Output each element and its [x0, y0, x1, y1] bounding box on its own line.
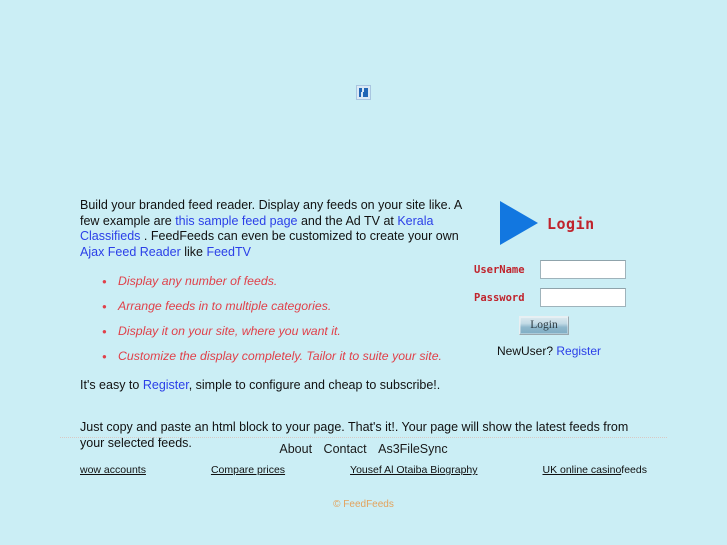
- feature-list: Display any number of feeds. Arrange fee…: [80, 274, 465, 364]
- login-panel: Login UserName Password Login NewUser? R…: [474, 196, 674, 358]
- login-button-row: Login: [474, 316, 674, 335]
- intro-segment-4: like: [180, 244, 207, 259]
- footer-links: wow accounts Compare prices Yousef Al Ot…: [80, 464, 647, 476]
- main-content: Build your branded feed reader. Display …: [0, 111, 727, 450]
- footer-nav-contact[interactable]: Contact: [324, 442, 367, 456]
- login-submit-button[interactable]: Login: [519, 316, 569, 335]
- list-item: Display any number of feeds.: [102, 274, 465, 289]
- ajax-feed-reader-link[interactable]: Ajax Feed Reader: [80, 245, 181, 259]
- username-row: UserName: [474, 260, 674, 279]
- intro-segment-3: . FeedFeeds can even be customized to cr…: [140, 229, 459, 244]
- feedtv-link[interactable]: FeedTV: [206, 245, 250, 259]
- sample-feed-page-link[interactable]: this sample feed page: [175, 214, 297, 228]
- footer-divider: [60, 437, 667, 439]
- broken-image-icon: [356, 85, 371, 101]
- intro-segment-2: and the Ad TV at: [297, 213, 398, 228]
- footer-link-yousef-biography[interactable]: Yousef Al Otaiba Biography: [350, 464, 477, 476]
- footer-nav-about[interactable]: About: [279, 442, 312, 456]
- broken-image-tear-bottom: [361, 92, 363, 98]
- register-link[interactable]: Register: [556, 344, 601, 358]
- username-input[interactable]: [540, 260, 626, 279]
- newuser-label: NewUser?: [497, 344, 557, 358]
- register-paragraph: It's easy to Register, simple to configu…: [80, 378, 465, 394]
- password-row: Password: [474, 288, 674, 307]
- login-title: Login: [547, 215, 595, 233]
- password-label: Password: [474, 291, 525, 304]
- footer-nav: About Contact As3FileSync: [0, 442, 727, 456]
- footer-link-wow-accounts[interactable]: wow accounts: [80, 464, 146, 476]
- footer-nav-as3filesync[interactable]: As3FileSync: [378, 442, 447, 456]
- text-column: Build your branded feed reader. Display …: [80, 198, 628, 451]
- footer-label-feeds: feeds: [621, 464, 647, 476]
- list-item: Display it on your site, where you want …: [102, 324, 465, 339]
- username-label: UserName: [474, 263, 525, 276]
- list-item: Arrange feeds in to multiple categories.: [102, 299, 465, 314]
- register-inline-link[interactable]: Register: [143, 378, 189, 392]
- login-form: UserName Password Login NewUser? Registe…: [474, 260, 674, 358]
- login-header: Login: [474, 196, 674, 248]
- footer-link-compare-prices[interactable]: Compare prices: [211, 464, 285, 476]
- register-segment-2: , simple to configure and cheap to subsc…: [188, 378, 441, 393]
- password-input[interactable]: [540, 288, 626, 307]
- header-logo-area: [0, 0, 727, 111]
- play-triangle-icon: [500, 201, 538, 245]
- intro-paragraph: Build your branded feed reader. Display …: [80, 198, 465, 260]
- footer-link-casino-group: UK online casinofeeds: [542, 464, 646, 476]
- copyright-notice: © FeedFeeds: [333, 499, 394, 510]
- footer-link-uk-online-casino[interactable]: UK online casino: [542, 464, 621, 476]
- register-segment-1: It's easy to: [80, 378, 143, 393]
- list-item: Customize the display completely. Tailor…: [102, 349, 465, 364]
- newuser-row: NewUser? Register: [474, 344, 674, 358]
